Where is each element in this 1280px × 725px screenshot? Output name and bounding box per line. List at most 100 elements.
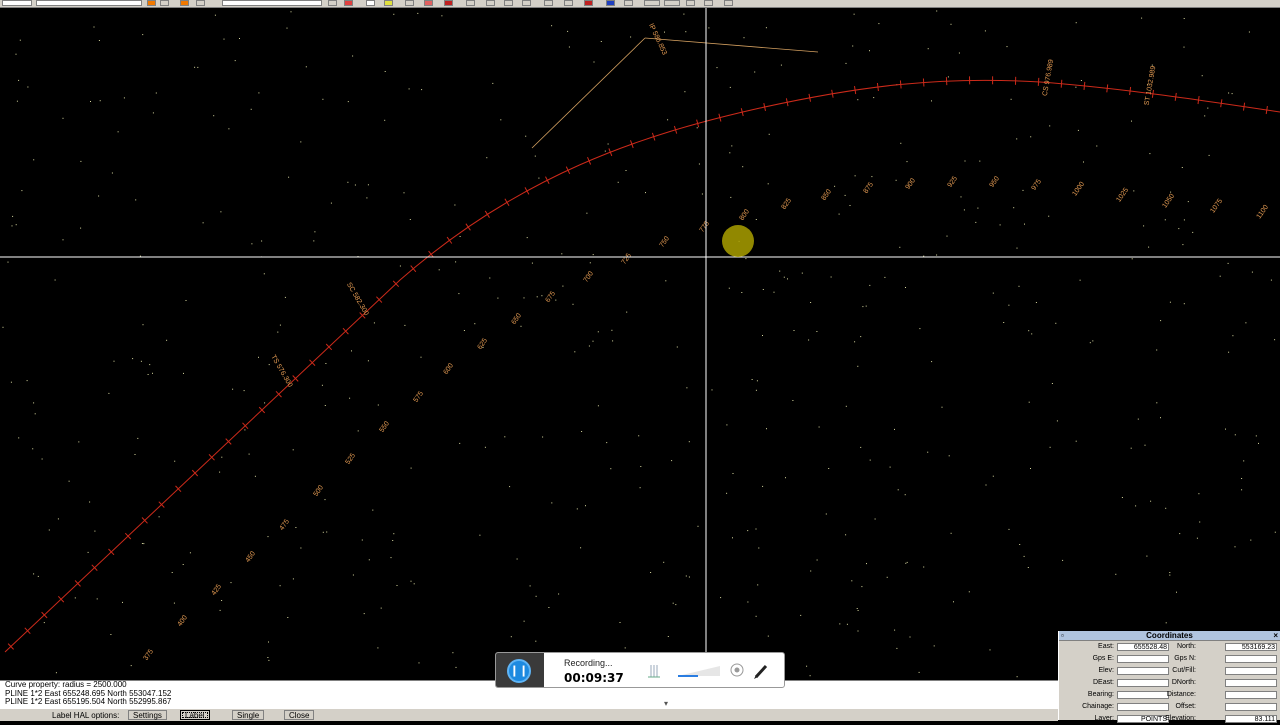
drawing-canvas[interactable]: 3754004254504755005255505756006256506757… [0, 8, 1280, 680]
survey-point [671, 460, 672, 461]
grid-icon[interactable] [686, 0, 695, 6]
survey-point [1228, 352, 1229, 353]
survey-point [58, 518, 59, 519]
layer-manager-icon[interactable] [644, 0, 660, 6]
survey-point [763, 289, 764, 290]
pin-icon[interactable]: ▫ [1061, 631, 1064, 640]
road-alignment-curve[interactable] [5, 80, 1280, 652]
volume-slider[interactable] [678, 666, 720, 676]
survey-point [965, 161, 966, 162]
survey-point [910, 637, 911, 638]
survey-point [785, 477, 786, 478]
ortho-icon[interactable] [704, 0, 713, 6]
fill-pick-icon[interactable] [196, 0, 205, 6]
survey-point [1209, 155, 1210, 156]
zoom-out-icon[interactable] [544, 0, 553, 6]
single-button[interactable]: Single [232, 710, 264, 720]
survey-point [1090, 342, 1091, 343]
chainage-label: 1075 [1209, 198, 1224, 215]
help-icon[interactable] [724, 0, 733, 6]
close-button[interactable]: Close [284, 710, 314, 720]
survey-point [460, 236, 461, 237]
survey-point [1028, 330, 1029, 331]
page-icon[interactable] [366, 0, 375, 6]
survey-point [99, 40, 100, 41]
pointer-icon[interactable] [328, 0, 337, 6]
survey-point [474, 323, 475, 324]
survey-point [228, 128, 229, 129]
survey-point [537, 296, 538, 297]
survey-point [18, 437, 19, 438]
survey-point [871, 176, 872, 177]
survey-point [857, 608, 858, 609]
survey-point [1003, 322, 1004, 323]
reference-lines [532, 38, 818, 148]
color-button[interactable] [147, 0, 156, 6]
survey-point [110, 634, 111, 635]
label-button[interactable]: Label [180, 710, 210, 720]
redraw-icon[interactable] [584, 0, 593, 6]
survey-point [964, 209, 965, 210]
survey-point [1145, 445, 1146, 446]
survey-point [699, 164, 700, 165]
survey-point [741, 292, 742, 293]
survey-point [729, 152, 730, 153]
scale-combo[interactable] [222, 0, 322, 6]
survey-point [1184, 18, 1185, 19]
survey-point [1232, 93, 1233, 94]
survey-point [331, 203, 332, 204]
print-icon[interactable] [424, 0, 433, 6]
layer-icon[interactable] [606, 0, 615, 6]
survey-point [404, 325, 405, 326]
pause-icon[interactable]: ❙❙ [507, 659, 531, 683]
erase-icon[interactable] [344, 0, 353, 6]
layer-combo[interactable] [2, 0, 32, 6]
webcam-icon[interactable] [731, 664, 743, 676]
measure-icon[interactable] [624, 0, 633, 6]
survey-point [1024, 224, 1025, 225]
color-pick-icon[interactable] [160, 0, 169, 6]
survey-point [149, 364, 150, 365]
pen-icon[interactable] [754, 666, 766, 679]
pan-icon[interactable] [564, 0, 573, 6]
open-icon[interactable] [405, 0, 414, 6]
survey-point [172, 572, 173, 573]
survey-point [985, 30, 986, 31]
chainage-label: 500 [313, 484, 325, 498]
settings-button[interactable]: Settings [128, 710, 167, 720]
survey-point [239, 38, 240, 39]
survey-point [355, 185, 356, 186]
survey-point [717, 67, 718, 68]
survey-point [948, 76, 949, 77]
survey-point [80, 228, 81, 229]
snap-icon[interactable] [664, 0, 680, 6]
survey-point [834, 186, 835, 187]
paste-icon[interactable] [486, 0, 495, 6]
chainage-tick [877, 83, 878, 91]
fill-color-button[interactable] [180, 0, 189, 6]
survey-point [1141, 18, 1142, 19]
undo-icon[interactable] [504, 0, 513, 6]
save-icon[interactable] [444, 0, 453, 6]
survey-point [1160, 320, 1161, 321]
copy-icon[interactable] [466, 0, 475, 6]
coord-value [1225, 679, 1277, 687]
survey-point [845, 195, 846, 196]
survey-point [1250, 540, 1251, 541]
survey-point [1081, 80, 1082, 81]
style-combo[interactable] [36, 0, 142, 6]
survey-point [1165, 219, 1166, 220]
chainage-tick [411, 266, 416, 272]
scroll-down-icon[interactable]: ▾ [664, 699, 668, 708]
survey-point [21, 190, 22, 191]
close-icon[interactable]: × [1273, 631, 1278, 640]
highlight-icon[interactable] [384, 0, 393, 6]
zoom-in-icon[interactable] [522, 0, 531, 6]
survey-point [464, 330, 465, 331]
chainage-label: 800 [739, 208, 751, 222]
coord-label: Gps N: [1141, 655, 1196, 662]
survey-point [213, 115, 214, 116]
survey-point [1256, 435, 1257, 436]
audio-level-icon[interactable] [648, 665, 660, 677]
survey-point [905, 494, 906, 495]
